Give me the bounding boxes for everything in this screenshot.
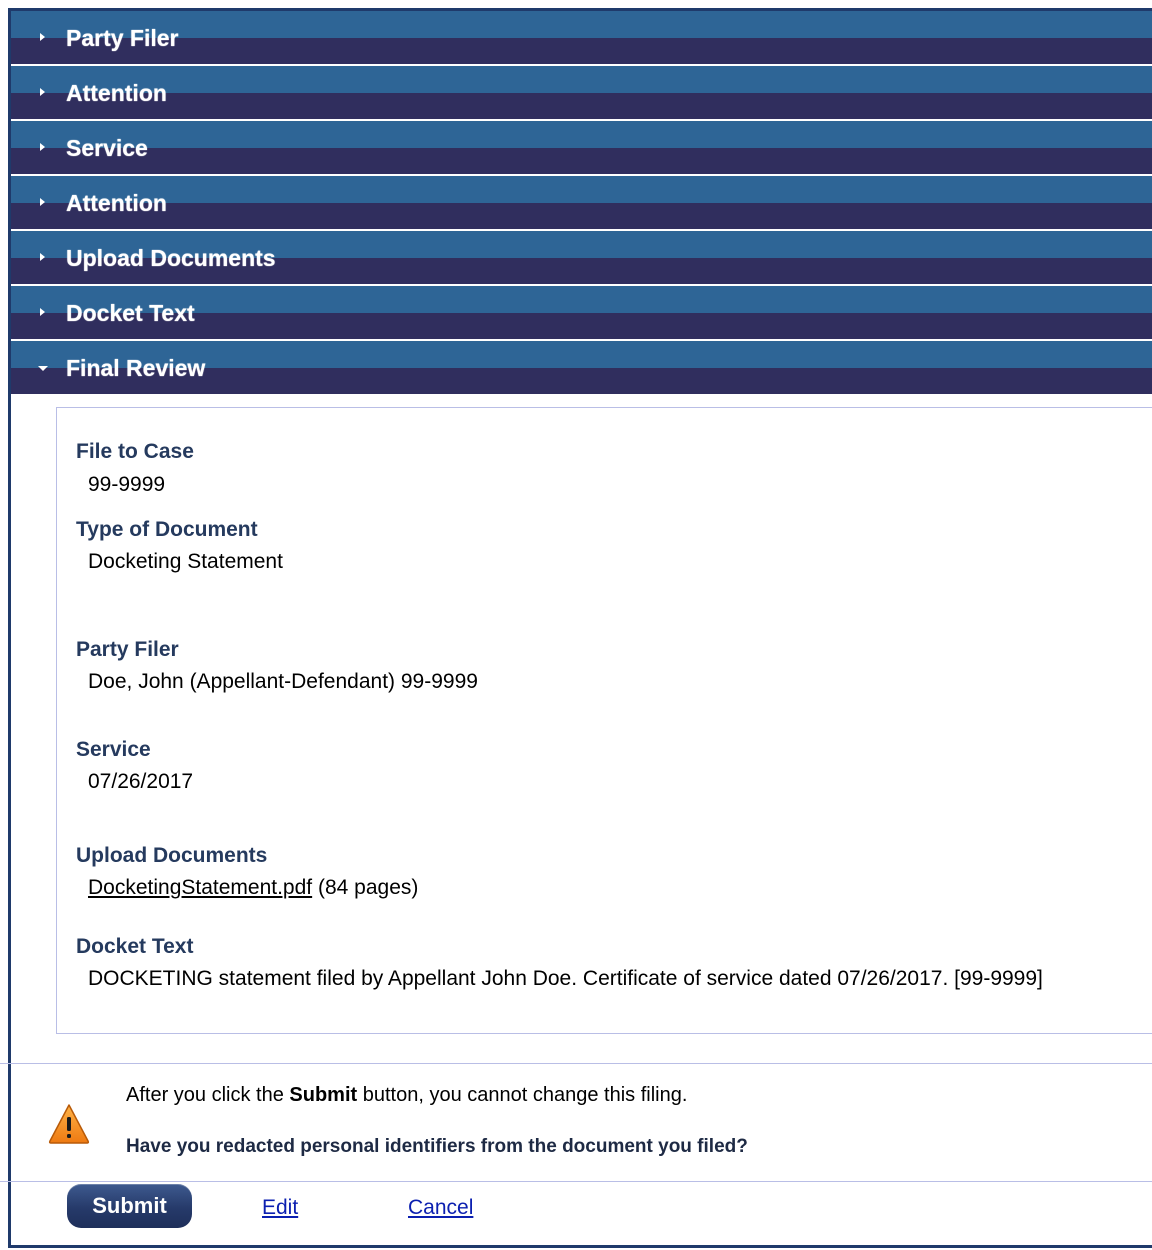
caret-down-icon: [38, 366, 48, 371]
final-review-box: [56, 407, 1152, 1034]
type-of-document-label: Type of Document: [76, 518, 258, 541]
caret-right-icon: [40, 253, 45, 261]
accordion-docket-text[interactable]: Docket Text: [11, 286, 1152, 341]
file-to-case-value: 99-9999: [88, 473, 166, 496]
type-of-document-value: Docketing Statement: [88, 550, 283, 573]
document-link[interactable]: DocketingStatement.pdf: [88, 876, 312, 899]
accordion-title: Service: [66, 135, 148, 161]
accordion-title: Upload Documents: [66, 245, 276, 271]
edit-link[interactable]: Edit: [262, 1196, 298, 1220]
docket-text-value: DOCKETING statement filed by Appellant J…: [88, 967, 1043, 990]
accordion-party-filer[interactable]: Party Filer: [11, 11, 1152, 66]
file-to-case-label: File to Case: [76, 440, 194, 463]
accordion-attention-2[interactable]: Attention: [11, 176, 1152, 231]
caret-right-icon: [40, 308, 45, 316]
service-label: Service: [76, 738, 151, 761]
party-filer-value: Doe, John (Appellant-Defendant) 99-9999: [88, 670, 478, 693]
divider: [0, 1181, 1152, 1182]
caret-right-icon: [40, 33, 45, 41]
accordion-service[interactable]: Service: [11, 121, 1152, 176]
page-count: (84 pages): [317, 876, 419, 899]
accordion-title: Attention: [66, 80, 167, 106]
caret-right-icon: [40, 88, 45, 96]
redaction-question: Have you redacted personal identifiers f…: [126, 1136, 748, 1157]
warning-triangle-icon: [48, 1104, 90, 1144]
submit-warning-text: After you click the Submit button, you c…: [126, 1084, 688, 1106]
caret-right-icon: [40, 143, 45, 151]
accordion-final-review[interactable]: Final Review: [11, 341, 1152, 396]
caret-right-icon: [40, 198, 45, 206]
party-filer-label: Party Filer: [76, 638, 179, 661]
upload-documents-value: DocketingStatement.pdf (84 pages): [88, 876, 418, 900]
divider: [0, 1063, 1152, 1064]
accordion-attention[interactable]: Attention: [11, 66, 1152, 121]
accordion-title: Attention: [66, 190, 167, 216]
upload-documents-label: Upload Documents: [76, 844, 268, 867]
accordion-upload-documents[interactable]: Upload Documents: [11, 231, 1152, 286]
docket-text-label: Docket Text: [76, 935, 194, 958]
accordion-title: Final Review: [66, 355, 206, 381]
cancel-link[interactable]: Cancel: [408, 1196, 473, 1220]
accordion-title: Party Filer: [66, 25, 179, 51]
submit-button[interactable]: Submit: [67, 1184, 192, 1228]
service-value: 07/26/2017: [88, 770, 194, 793]
accordion-title: Docket Text: [66, 300, 195, 326]
